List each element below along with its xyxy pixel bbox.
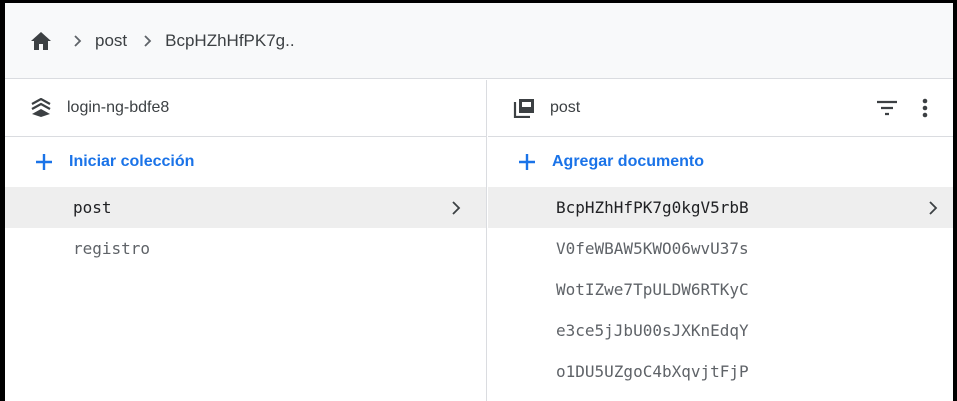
document-id: o1DU5UZgoC4bXqvjtFjP <box>556 362 749 381</box>
document-item[interactable]: e3ce5jJbU00sJXKnEdqY <box>488 310 953 351</box>
add-document-button[interactable]: Agregar documento <box>488 137 953 187</box>
breadcrumb: post BcpHZhHfPK7g.. <box>5 3 953 79</box>
start-collection-label: Iniciar colección <box>69 153 195 170</box>
add-document-label: Agregar documento <box>552 153 705 170</box>
filter-icon[interactable] <box>873 94 901 122</box>
document-id: V0feWBAW5KWO06wvU37s <box>556 239 749 258</box>
collections-panel: login-ng-bdfe8 Iniciar colección post re… <box>5 80 487 401</box>
project-header: login-ng-bdfe8 <box>5 80 486 137</box>
collection-name: post <box>73 198 112 217</box>
breadcrumb-item-document[interactable]: BcpHZhHfPK7g.. <box>165 31 294 51</box>
collection-header: post <box>488 80 953 137</box>
collection-icon <box>512 96 536 120</box>
breadcrumb-item-collection[interactable]: post <box>95 31 127 51</box>
chevron-right-icon <box>73 34 83 47</box>
start-collection-button[interactable]: Iniciar colección <box>5 137 486 187</box>
document-item[interactable]: WotIZwe7TpULDW6RTKyC <box>488 269 953 310</box>
collection-item-registro[interactable]: registro <box>5 228 486 269</box>
collection-name: registro <box>73 239 151 258</box>
document-item[interactable]: V0feWBAW5KWO06wvU37s <box>488 228 953 269</box>
collection-item-post[interactable]: post <box>5 187 486 228</box>
document-id: WotIZwe7TpULDW6RTKyC <box>556 280 749 299</box>
chevron-right-icon <box>448 200 464 216</box>
collection-title: post <box>550 99 581 116</box>
document-item[interactable]: BcpHZhHfPK7g0kgV5rbB <box>488 187 953 228</box>
chevron-right-icon <box>143 34 153 47</box>
documents-panel: post Agregar documento BcpHZhHfPK7g0kgV5… <box>488 80 953 401</box>
database-icon <box>29 96 53 120</box>
document-id: BcpHZhHfPK7g0kgV5rbB <box>556 198 749 217</box>
home-icon[interactable] <box>29 29 53 53</box>
plus-icon <box>516 151 538 173</box>
document-item[interactable]: o1DU5UZgoC4bXqvjtFjP <box>488 351 953 392</box>
project-title: login-ng-bdfe8 <box>67 99 170 116</box>
document-id: e3ce5jJbU00sJXKnEdqY <box>556 321 749 340</box>
more-vert-icon[interactable] <box>911 94 939 122</box>
plus-icon <box>33 151 55 173</box>
chevron-right-icon <box>925 200 941 216</box>
firestore-data-viewer: post BcpHZhHfPK7g.. login-ng-bdfe8 Inici… <box>0 0 957 401</box>
